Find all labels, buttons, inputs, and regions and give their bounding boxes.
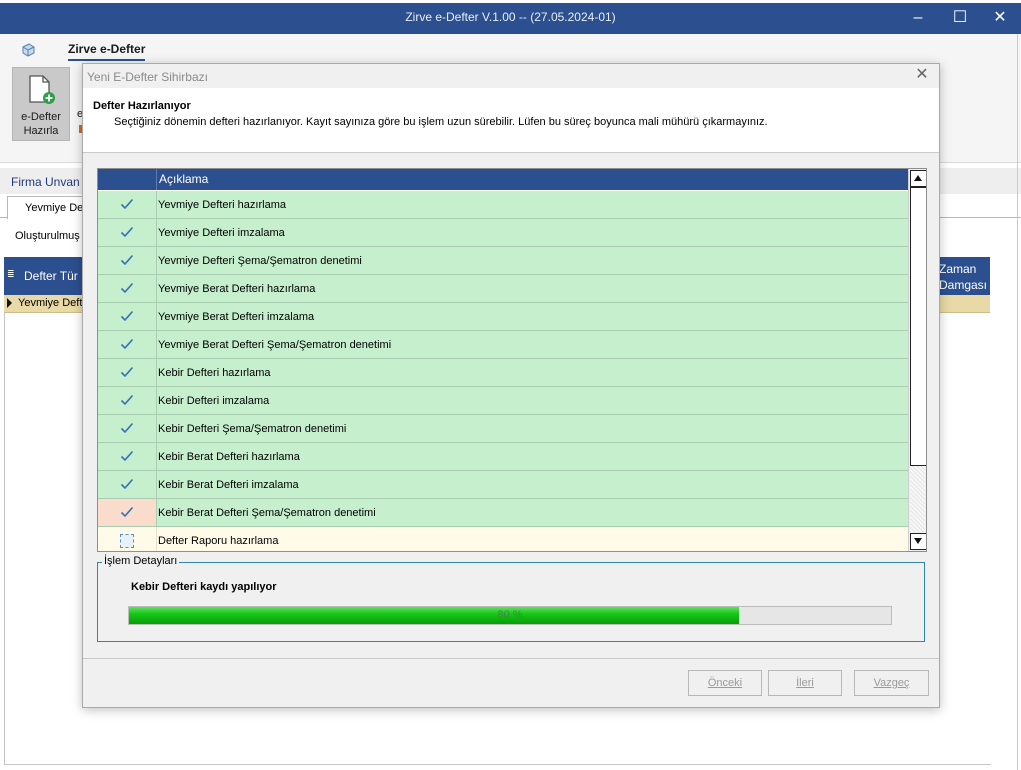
row-indicator-icon — [7, 298, 12, 308]
cancel-button[interactable]: Vazgeç — [854, 670, 929, 696]
steps-table: Açıklama Yevmiye Defteri hazırlama Yevmiy… — [97, 168, 927, 552]
step-row[interactable]: Yevmiye Defteri Şema/Şematron denetimi — [98, 247, 908, 275]
step-row[interactable]: Kebir Defteri hazırlama — [98, 359, 908, 387]
steps-header-status — [98, 169, 157, 190]
checkmark-icon — [98, 387, 157, 414]
checkmark-icon — [98, 275, 157, 302]
created-label: Oluşturulmuş — [15, 230, 80, 242]
window-border — [1017, 34, 1018, 770]
step-label: Yevmiye Berat Defteri hazırlama — [158, 283, 316, 295]
wizard-dialog: Yeni E-Defter Sihirbazı ✕ Defter Hazırla… — [82, 63, 940, 708]
next-button[interactable]: İleri — [768, 670, 842, 696]
scroll-up-icon[interactable] — [910, 170, 926, 187]
checkmark-icon — [98, 471, 157, 498]
step-label: Kebir Defteri hazırlama — [158, 367, 271, 379]
title-bar: Zirve e-Defter V.1.00 -- (27.05.2024-01)… — [0, 0, 1021, 34]
steps-header-description: Açıklama — [159, 172, 209, 186]
checkmark-icon — [98, 443, 157, 470]
progress-text: 80 % — [497, 609, 523, 621]
checkmark-icon — [98, 359, 157, 386]
step-label: Yevmiye Berat Defteri Şema/Şematron dene… — [158, 339, 392, 351]
close-button[interactable]: ✕ — [980, 4, 1020, 32]
details-legend: İşlem Detayları — [102, 555, 180, 567]
step-label: Yevmiye Defteri Şema/Şematron denetimi — [158, 255, 362, 267]
checkmark-icon — [98, 415, 157, 442]
dialog-title-bar: Yeni E-Defter Sihirbazı ✕ — [83, 64, 939, 88]
step-label: Kebir Defteri imzalama — [158, 395, 270, 407]
step-label: Defter Raporu hazırlama — [158, 535, 279, 547]
scroll-thumb[interactable] — [910, 187, 926, 466]
dialog-close-icon[interactable]: ✕ — [913, 66, 931, 84]
step-row[interactable]: Kebir Defteri imzalama — [98, 387, 908, 415]
window-title: Zirve e-Defter V.1.00 -- (27.05.2024-01) — [405, 10, 616, 24]
app-menu-icon[interactable] — [20, 42, 36, 58]
ribbon-tab-zirve[interactable]: Zirve e-Defter — [68, 42, 146, 61]
checkmark-icon — [98, 331, 157, 358]
create-edefter-button[interactable]: e-Defter Hazırla — [12, 67, 70, 141]
step-row[interactable]: Yevmiye Berat Defteri hazırlama — [98, 275, 908, 303]
taskbar-strip — [0, 0, 1021, 3]
step-label: Yevmiye Berat Defteri imzalama — [158, 311, 315, 323]
steps-scrollbar[interactable] — [908, 169, 926, 551]
step-row[interactable]: Defter Raporu hazırlama — [98, 527, 908, 551]
step-row[interactable]: Kebir Defteri Şema/Şematron denetimi — [98, 415, 908, 443]
dialog-heading: Defter Hazırlanıyor — [93, 100, 191, 112]
operation-label: Kebir Defteri kaydı yapılıyor — [131, 581, 277, 593]
step-label: Yevmiye Defteri hazırlama — [158, 199, 286, 211]
checkmark-icon — [98, 499, 157, 526]
row-cell-type: Yevmiye Deft — [18, 297, 83, 309]
scroll-track[interactable] — [910, 466, 925, 532]
step-row[interactable]: Yevmiye Defteri imzalama — [98, 219, 908, 247]
checkmark-icon — [98, 219, 157, 246]
step-row[interactable]: Yevmiye Berat Defteri Şema/Şematron dene… — [98, 331, 908, 359]
maximize-button[interactable]: ☐ — [940, 4, 980, 32]
step-row[interactable]: Yevmiye Defteri hazırlama — [98, 191, 908, 219]
step-label: Kebir Berat Defteri hazırlama — [158, 451, 300, 463]
dialog-subheading: Seçtiğiniz dönemin defteri hazırlanıyor.… — [114, 116, 768, 128]
checkmark-icon — [98, 191, 157, 218]
dialog-title: Yeni E-Defter Sihirbazı — [87, 70, 208, 84]
step-label: Kebir Defteri Şema/Şematron denetimi — [158, 423, 347, 435]
tab-yevmiye-label: Yevmiye Def — [25, 202, 87, 214]
pending-icon — [98, 527, 157, 551]
grid-col-type[interactable]: Defter Tür — [24, 269, 78, 283]
checkmark-icon — [98, 247, 157, 274]
step-row[interactable]: Kebir Berat Defteri hazırlama — [98, 443, 908, 471]
dialog-footer-divider — [83, 658, 939, 659]
step-row[interactable]: Kebir Berat Defteri Şema/Şematron deneti… — [98, 499, 908, 527]
step-label: Kebir Berat Defteri Şema/Şematron deneti… — [158, 507, 376, 519]
grid-col-timestamp[interactable]: Zaman Damgası — [939, 261, 987, 293]
steps-header: Açıklama — [98, 169, 908, 190]
new-document-icon — [29, 75, 55, 104]
step-row[interactable]: Kebir Berat Defteri imzalama — [98, 471, 908, 499]
create-edefter-label: e-Defter Hazırla — [21, 111, 61, 137]
scroll-down-icon[interactable] — [910, 533, 926, 550]
progress-bar: 80 % — [128, 606, 892, 625]
details-group: İşlem Detayları Kebir Defteri kaydı yapı… — [97, 555, 925, 642]
step-label: Kebir Berat Defteri imzalama — [158, 479, 299, 491]
dialog-header: Defter Hazırlanıyor Seçtiğiniz dönemin d… — [83, 88, 939, 153]
firma-label: Firma Unvan — [11, 175, 80, 189]
back-button[interactable]: Önceki — [688, 670, 762, 696]
checkmark-icon — [98, 303, 157, 330]
grid-menu-icon[interactable]: ≣ — [7, 269, 15, 280]
step-row[interactable]: Yevmiye Berat Defteri imzalama — [98, 303, 908, 331]
minimize-button[interactable]: – — [898, 4, 938, 32]
step-label: Yevmiye Defteri imzalama — [158, 227, 285, 239]
